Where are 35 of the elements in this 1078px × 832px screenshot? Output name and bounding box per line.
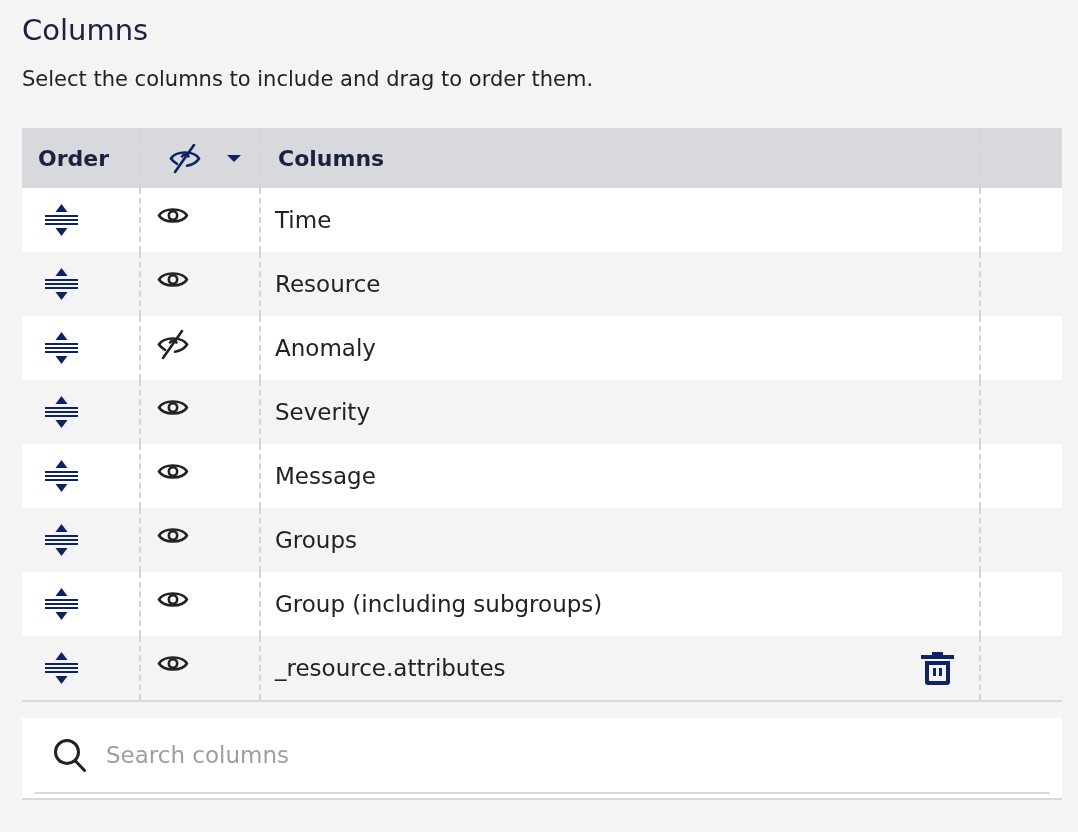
column-name: Severity <box>275 399 370 425</box>
drag-handle-icon[interactable] <box>45 524 78 556</box>
drag-handle-icon[interactable] <box>45 396 78 428</box>
eye-off-icon[interactable] <box>157 329 189 360</box>
visibility-menu-button[interactable] <box>169 142 241 174</box>
drag-handle-icon[interactable] <box>45 268 78 300</box>
search-icon <box>53 738 86 772</box>
trash-icon[interactable] <box>921 651 954 685</box>
drag-handle-icon[interactable] <box>45 460 78 492</box>
column-header: Columns <box>278 145 385 171</box>
column-header: Order <box>38 145 110 171</box>
eye-icon[interactable] <box>157 269 189 290</box>
eye-icon[interactable] <box>157 653 189 674</box>
caret-down-icon <box>227 154 241 162</box>
eye-icon[interactable] <box>157 525 189 546</box>
column-name: Message <box>275 463 376 489</box>
page-description: Select the columns to include and drag to order them. <box>22 66 594 92</box>
search-box[interactable]: Search columns <box>22 718 1062 800</box>
drag-handle-icon[interactable] <box>45 588 78 620</box>
page-title: Columns <box>22 12 149 48</box>
column-name: Anomaly <box>275 335 376 361</box>
column-name: Time <box>275 207 332 233</box>
eye-icon[interactable] <box>157 397 189 418</box>
column-name: Group (including subgroups) <box>275 591 603 617</box>
eye-off-icon <box>169 142 201 174</box>
search-input[interactable]: Search columns <box>106 742 1050 768</box>
eye-icon[interactable] <box>157 589 189 610</box>
eye-icon[interactable] <box>157 461 189 482</box>
column-name: _resource.attributes <box>275 655 506 681</box>
drag-handle-icon[interactable] <box>45 332 78 364</box>
column-name: Resource <box>275 271 381 297</box>
drag-handle-icon[interactable] <box>45 652 78 684</box>
eye-icon[interactable] <box>157 205 189 226</box>
drag-handle-icon[interactable] <box>45 204 78 236</box>
column-name: Groups <box>275 527 357 553</box>
